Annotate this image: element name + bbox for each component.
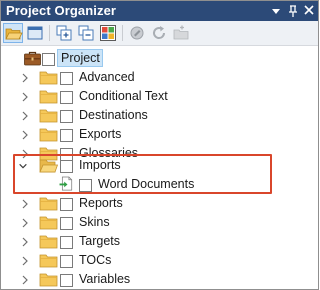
tree-item-label: Exports <box>79 127 122 141</box>
folder-icon <box>39 235 58 249</box>
tree-item-targets[interactable]: Targets <box>1 232 318 252</box>
tree-item-label: Targets <box>79 234 120 248</box>
tile-view-icon <box>100 25 116 41</box>
tree-item-exports[interactable]: Exports <box>1 125 318 145</box>
tree-item-advanced[interactable]: Advanced <box>1 68 318 88</box>
item-checkbox[interactable] <box>60 274 73 287</box>
tree-item-label: Imports <box>79 158 121 172</box>
collapse-all-icon <box>78 25 94 41</box>
tree-item-label: TOCs <box>79 253 112 267</box>
tree-item-tocs[interactable]: TOCs <box>1 251 318 271</box>
toolbar-separator <box>49 25 50 41</box>
panel-view-button[interactable] <box>25 23 45 43</box>
folder-icon <box>39 71 58 85</box>
tile-view-button[interactable] <box>98 23 118 43</box>
chevron-right-icon[interactable] <box>20 129 30 141</box>
project-tree: Project Advanced Conditional Text Destin… <box>1 46 318 289</box>
chevron-right-icon[interactable] <box>20 91 30 103</box>
refresh-button[interactable] <box>149 23 169 43</box>
project-organizer-panel: Project Organizer Project Advanced Condi… <box>0 0 319 290</box>
project-checkbox[interactable] <box>42 53 55 66</box>
pin-icon[interactable] <box>286 1 300 21</box>
tree-item-destinations[interactable]: Destinations <box>1 106 318 126</box>
tree-item-label: Destinations <box>79 108 148 122</box>
tree-root-project[interactable]: Project <box>1 49 318 69</box>
add-folder-button[interactable] <box>171 23 191 43</box>
close-icon[interactable] <box>302 1 316 21</box>
chevron-right-icon[interactable] <box>20 198 30 210</box>
add-folder-icon <box>173 25 189 40</box>
folder-icon <box>39 197 58 211</box>
expand-all-icon <box>56 25 72 41</box>
import-file-icon <box>59 176 73 191</box>
chevron-right-icon[interactable] <box>20 217 30 229</box>
tree-item-imports[interactable]: Imports <box>1 156 318 176</box>
tree-root-label: Project <box>61 51 100 65</box>
title-bar: Project Organizer <box>1 1 318 21</box>
folder-icon <box>39 254 58 268</box>
collapse-all-button[interactable] <box>76 23 96 43</box>
item-checkbox[interactable] <box>60 72 73 85</box>
folder-icon <box>39 128 58 142</box>
item-checkbox[interactable] <box>60 129 73 142</box>
tree-item-variables[interactable]: Variables <box>1 270 318 289</box>
folder-icon <box>39 216 58 230</box>
item-checkbox[interactable] <box>60 160 73 173</box>
item-checkbox[interactable] <box>60 255 73 268</box>
chevron-down-icon[interactable] <box>18 160 28 172</box>
chevron-right-icon[interactable] <box>20 72 30 84</box>
item-checkbox[interactable] <box>60 198 73 211</box>
tree-item-label: Word Documents <box>98 177 195 191</box>
item-checkbox[interactable] <box>60 236 73 249</box>
toolbar-separator <box>122 25 123 41</box>
item-checkbox[interactable] <box>60 217 73 230</box>
properties-icon <box>130 26 144 40</box>
folder-icon <box>39 109 58 123</box>
folder-icon <box>39 273 58 287</box>
chevron-right-icon[interactable] <box>20 274 30 286</box>
dropdown-icon[interactable] <box>269 1 283 21</box>
item-checkbox[interactable] <box>60 91 73 104</box>
refresh-icon <box>153 26 166 39</box>
properties-button[interactable] <box>127 23 147 43</box>
open-folder-icon <box>5 28 23 40</box>
item-checkbox[interactable] <box>60 110 73 123</box>
chevron-right-icon[interactable] <box>20 110 30 122</box>
folder-icon <box>39 90 58 104</box>
item-checkbox[interactable] <box>79 179 92 192</box>
open-folder-icon <box>39 159 58 173</box>
tree-item-label: Reports <box>79 196 123 210</box>
tree-item-label: Skins <box>79 215 110 229</box>
tree-item-conditional-text[interactable]: Conditional Text <box>1 87 318 107</box>
tree-item-label: Conditional Text <box>79 89 168 103</box>
tree-item-label: Advanced <box>79 70 135 84</box>
chevron-right-icon[interactable] <box>20 255 30 267</box>
tree-item-skins[interactable]: Skins <box>1 213 318 233</box>
expand-all-button[interactable] <box>54 23 74 43</box>
tree-item-reports[interactable]: Reports <box>1 194 318 214</box>
tree-item-label: Variables <box>79 272 131 286</box>
panel-title: Project Organizer <box>6 3 117 18</box>
tree-item-word-documents[interactable]: Word Documents <box>1 175 318 195</box>
toolbar <box>1 21 318 46</box>
open-folder-button[interactable] <box>3 23 23 43</box>
briefcase-icon <box>24 51 41 66</box>
chevron-right-icon[interactable] <box>20 236 30 248</box>
panel-view-icon <box>27 26 43 40</box>
